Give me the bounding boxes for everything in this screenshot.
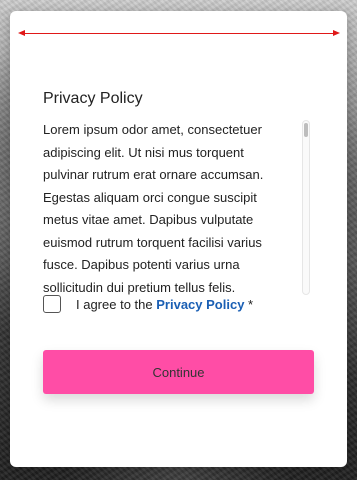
- policy-text: Lorem ipsum odor amet, consectetuer adip…: [43, 122, 264, 295]
- arrow-head-right: [333, 30, 340, 36]
- agree-checkbox[interactable]: [43, 295, 61, 313]
- agree-row: I agree to the Privacy Policy *: [43, 295, 253, 313]
- agree-prefix: I agree to the: [76, 296, 153, 312]
- policy-scroll-area[interactable]: Lorem ipsum odor amet, consectetuer adip…: [43, 119, 315, 297]
- privacy-policy-link[interactable]: Privacy Policy: [156, 297, 244, 312]
- modal-title: Privacy Policy: [43, 90, 143, 107]
- privacy-modal: Privacy Policy Lorem ipsum odor amet, co…: [10, 11, 347, 467]
- arrow-line: [24, 32, 334, 34]
- required-marker: *: [248, 296, 254, 312]
- continue-button[interactable]: Continue: [43, 350, 314, 394]
- agree-label: I agree to the Privacy Policy *: [76, 297, 253, 312]
- policy-scrollbar[interactable]: [302, 120, 310, 295]
- scrollbar-thumb[interactable]: [304, 123, 308, 137]
